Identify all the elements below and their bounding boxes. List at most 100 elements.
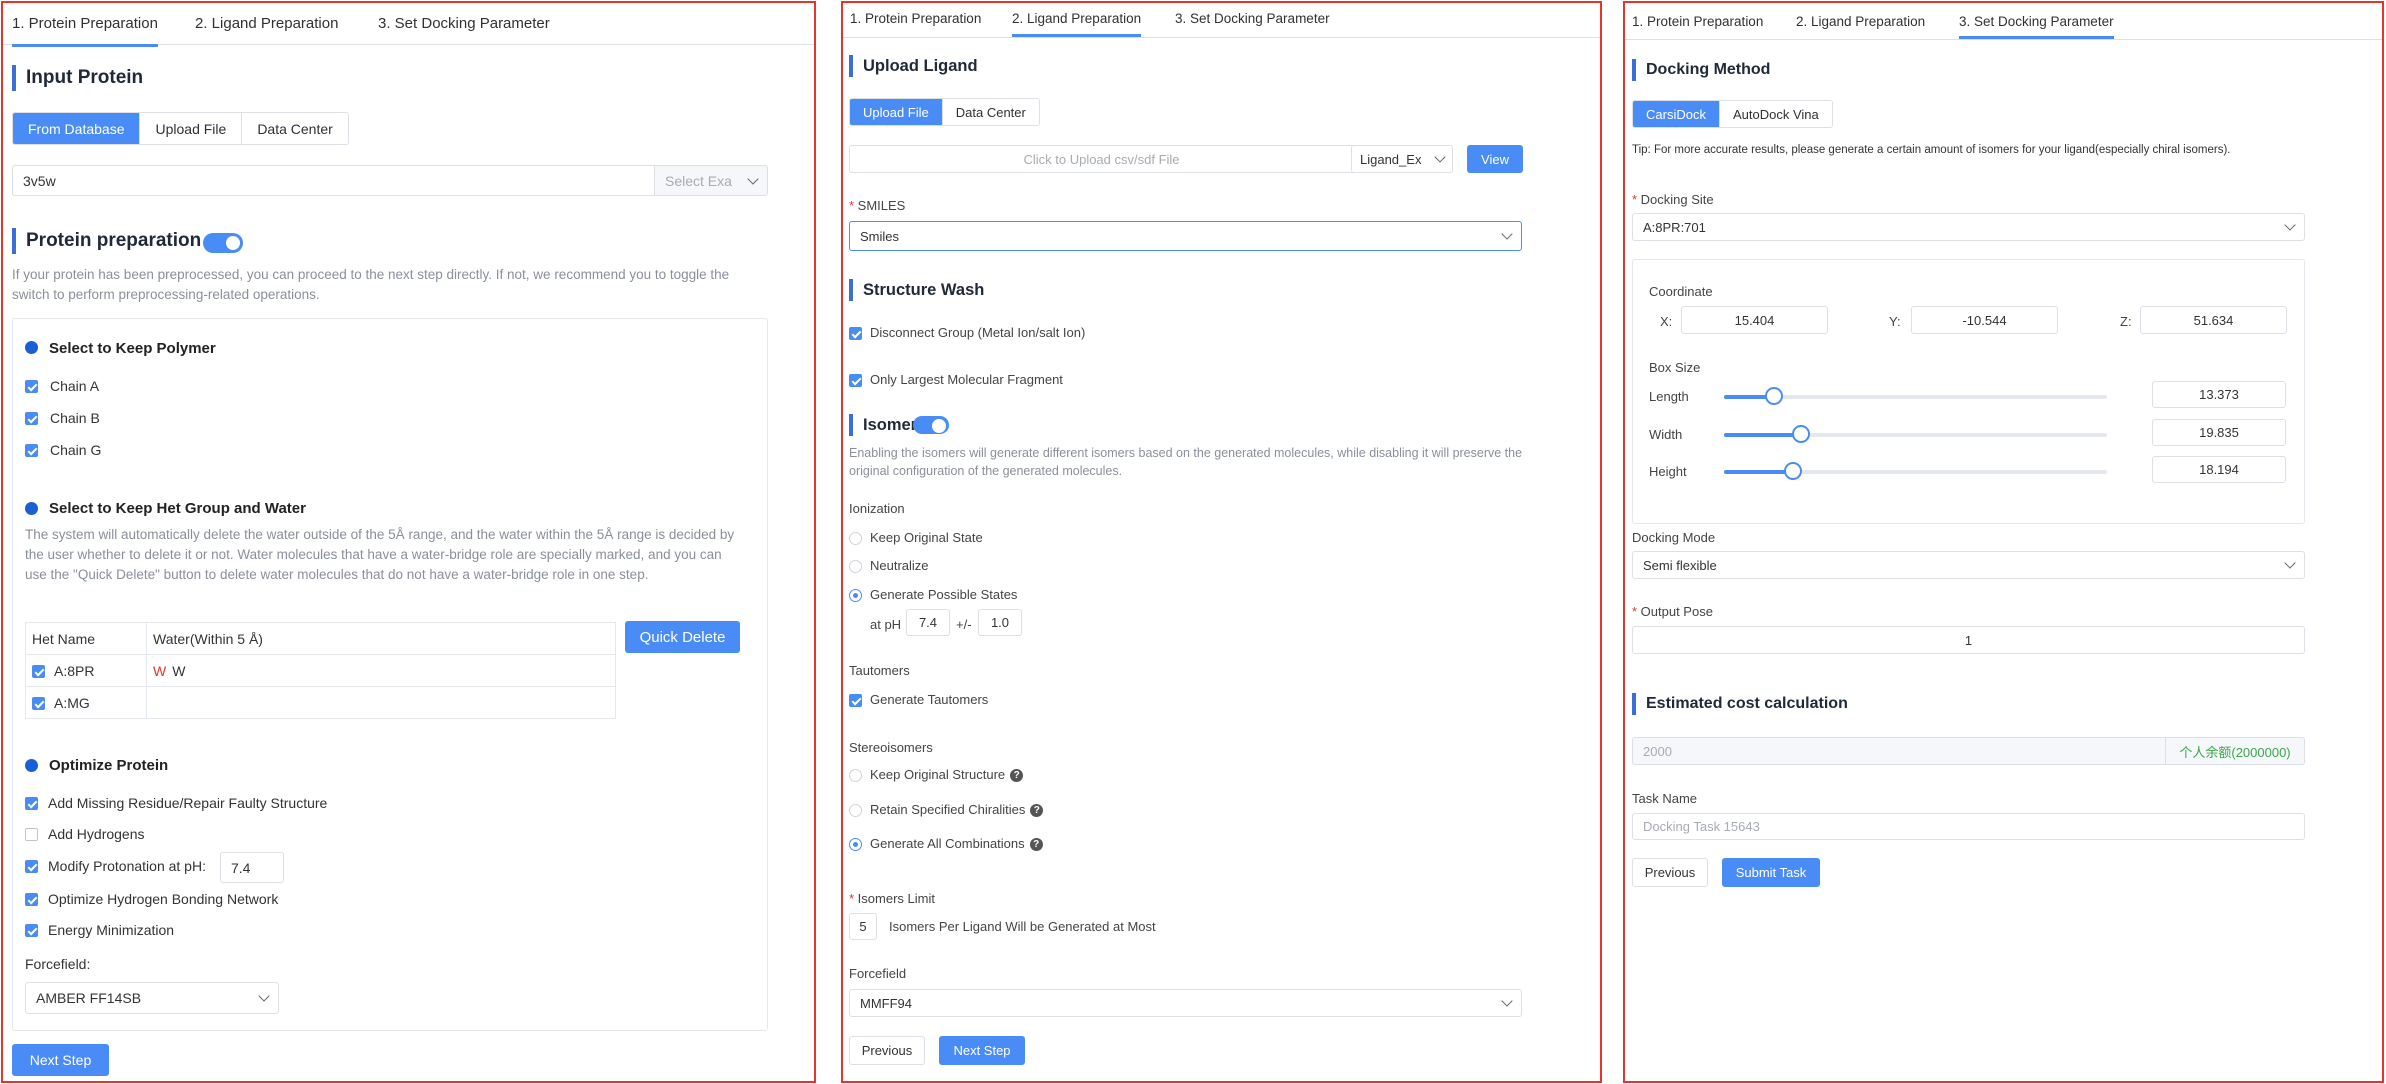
tab-set-docking-parameter[interactable]: 3. Set Docking Parameter [1175,11,1330,26]
repair-structure-label: Add Missing Residue/Repair Faulty Struct… [48,795,328,811]
task-name-input[interactable]: Docking Task 15643 [1632,813,2305,840]
height-input[interactable]: 18.194 [2152,456,2286,483]
help-icon[interactable]: ? [1030,804,1044,818]
protein-preparation-heading: Protein preparation [12,228,201,254]
height-slider[interactable] [1724,462,2107,480]
largest-fragment-checkbox[interactable] [849,374,862,387]
ligand-preparation-panel: 1. Protein Preparation 2. Ligand Prepara… [841,1,1602,1083]
quick-delete-button[interactable]: Quick Delete [625,621,740,653]
tab-ligand-preparation[interactable]: 2. Ligand Preparation [1012,11,1142,37]
forcefield-select[interactable]: MMFF94 [849,989,1522,1017]
neutralize-radio[interactable] [849,560,862,573]
chain-g-checkbox[interactable] [25,444,38,457]
tab-protein-preparation[interactable]: 1. Protein Preparation [850,11,981,26]
generate-all-combinations-radio[interactable] [849,838,862,851]
tab-ligand-preparation[interactable]: 2. Ligand Preparation [1796,14,1925,29]
upload-file-button[interactable]: Upload File [850,99,943,125]
coordinate-x-input[interactable]: 15.404 [1681,306,1828,334]
forcefield-select[interactable]: AMBER FF14SB [25,982,279,1014]
docking-mode-select[interactable]: Semi flexible [1632,551,2305,579]
previous-button[interactable]: Previous [1632,858,1708,887]
tab-ligand-preparation[interactable]: 2. Ligand Preparation [195,15,338,32]
keep-original-structure-radio[interactable] [849,769,862,782]
ionization-ph-input[interactable]: 7.4 [906,609,950,636]
retain-chiralities-radio[interactable] [849,804,862,817]
tautomers-label: Tautomers [849,663,910,678]
view-button[interactable]: View [1467,145,1523,173]
autodock-vina-button[interactable]: AutoDock Vina [1719,101,1832,127]
repair-structure-checkbox[interactable] [25,797,38,810]
width-slider[interactable] [1724,425,2107,443]
upload-file-button[interactable]: Upload File [140,113,243,144]
energy-minimization-checkbox[interactable] [25,924,38,937]
ionization-label: Ionization [849,501,905,516]
chain-a-checkbox[interactable] [25,380,38,393]
tab-set-docking-parameter[interactable]: 3. Set Docking Parameter [1959,14,2114,39]
structure-wash-heading: Structure Wash [849,279,984,301]
step-tabs: 1. Protein Preparation 2. Ligand Prepara… [843,3,1600,38]
help-icon[interactable]: ? [1029,838,1043,852]
optimize-protein-heading: Optimize Protein [49,757,169,774]
next-step-button[interactable]: Next Step [939,1036,1025,1065]
chain-b-checkbox[interactable] [25,412,38,425]
pdb-id-input[interactable]: 3v5w [12,165,657,196]
protonation-ph-input[interactable]: 7.4 [220,852,284,883]
smiles-select[interactable]: Smiles [849,221,1522,251]
isomers-limit-label: * Isomers Limit [849,891,935,906]
keep-het-heading: Select to Keep Het Group and Water [49,500,306,517]
carsidock-button[interactable]: CarsiDock [1633,101,1720,127]
ph-range-input[interactable]: 1.0 [978,609,1022,636]
example-select[interactable]: Select Exa [654,165,768,196]
add-hydrogens-checkbox[interactable] [25,828,38,841]
het-8pr-checkbox[interactable] [32,665,45,679]
length-input[interactable]: 13.373 [2152,381,2286,408]
next-step-button[interactable]: Next Step [12,1044,109,1076]
water-marker[interactable]: W [172,663,185,679]
preprocess-toggle[interactable] [203,233,243,253]
water-bridge-marker[interactable]: W [153,663,166,679]
docking-method-group: CarsiDock AutoDock Vina [1632,100,1833,128]
hbond-network-checkbox[interactable] [25,893,38,906]
section-dot-icon [25,502,38,515]
docking-site-select[interactable]: A:8PR:701 [1632,213,2305,241]
isomers-toggle[interactable] [913,416,949,434]
from-database-button[interactable]: From Database [13,113,141,144]
generate-tautomers-checkbox[interactable] [849,694,862,707]
output-pose-input[interactable]: 1 [1632,626,2305,654]
data-center-button[interactable]: Data Center [942,99,1039,125]
estimated-cost-heading: Estimated cost calculation [1632,693,1848,715]
modify-protonation-checkbox[interactable] [25,860,38,873]
chain-a-label: Chain A [50,378,100,394]
tab-set-docking-parameter[interactable]: 3. Set Docking Parameter [378,15,550,32]
length-slider[interactable] [1724,387,2107,405]
tab-protein-preparation[interactable]: 1. Protein Preparation [1632,14,1763,29]
tab-protein-preparation[interactable]: 1. Protein Preparation [12,15,158,47]
upload-file-input[interactable]: Click to Upload csv/sdf File [849,145,1353,173]
coordinate-y-input[interactable]: -10.544 [1911,306,2058,334]
slider-handle[interactable] [1783,462,1802,480]
keep-polymer-heading: Select to Keep Polymer [49,340,216,357]
width-input[interactable]: 19.835 [2152,419,2286,446]
keep-original-state-radio[interactable] [849,532,862,545]
water-cell [146,686,616,719]
input-protein-heading: Input Protein [12,65,143,91]
isomers-limit-input[interactable]: 5 [849,913,877,940]
width-label: Width [1649,427,1683,442]
data-center-button[interactable]: Data Center [242,113,348,144]
submit-task-button[interactable]: Submit Task [1722,858,1820,887]
upload-ligand-heading: Upload Ligand [849,55,978,77]
slider-handle[interactable] [1764,387,1783,405]
previous-button[interactable]: Previous [849,1036,925,1065]
disconnect-group-checkbox[interactable] [849,327,862,340]
coordinate-z-input[interactable]: 51.634 [2140,306,2287,334]
coordinate-label: Coordinate [1649,284,1713,299]
smiles-label: * SMILES [849,198,906,213]
keep-original-state-label: Keep Original State [870,530,983,545]
help-icon[interactable]: ? [1010,769,1024,783]
protein-source-group: From Database Upload File Data Center [12,112,349,145]
ligand-example-select[interactable]: Ligand_Ex [1351,145,1453,173]
generate-possible-states-radio[interactable] [849,589,862,602]
slider-handle[interactable] [1791,425,1810,443]
het-mg-checkbox[interactable] [32,697,45,711]
hbond-network-label: Optimize Hydrogen Bonding Network [48,891,279,907]
